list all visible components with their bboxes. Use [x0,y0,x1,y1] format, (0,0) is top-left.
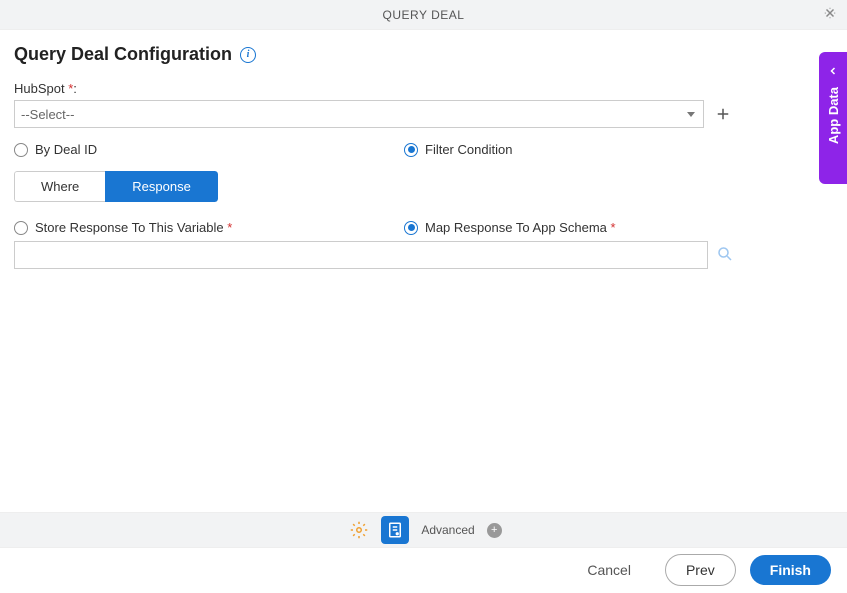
app-data-panel-toggle[interactable]: App Data [819,52,847,184]
gear-icon[interactable] [345,516,373,544]
hubspot-select-value: --Select-- [21,107,74,122]
add-connection-button[interactable] [712,103,734,125]
dialog-header: QUERY DEAL [0,0,847,30]
radio-icon [404,143,418,157]
advanced-add-button[interactable]: + [487,523,502,538]
advanced-label: Advanced [421,523,474,537]
radio-filter-condition[interactable]: Filter Condition [404,142,512,157]
cancel-button[interactable]: Cancel [567,555,651,585]
radio-by-deal-id[interactable]: By Deal ID [14,142,364,157]
radio-label: Store Response To This Variable * [35,220,232,235]
chevron-down-icon [687,112,695,117]
radio-icon [14,143,28,157]
radio-store-variable[interactable]: Store Response To This Variable * [14,220,364,235]
bottom-toolbar: Advanced + [0,512,847,548]
tab-response[interactable]: Response [105,171,218,202]
response-map-input[interactable] [14,241,708,269]
app-data-label: App Data [826,87,841,144]
hubspot-select[interactable]: --Select-- [14,100,704,128]
form-icon[interactable] [381,516,409,544]
radio-icon [14,221,28,235]
chevron-left-icon [827,62,839,77]
hubspot-label: HubSpot *: [14,81,77,96]
radio-map-schema[interactable]: Map Response To App Schema * [404,220,616,235]
content-area: Query Deal Configuration i HubSpot *: --… [0,30,847,512]
radio-label: By Deal ID [35,142,97,157]
radio-icon [404,221,418,235]
dialog-title: QUERY DEAL [383,8,465,22]
search-icon[interactable] [716,245,734,266]
footer: Cancel Prev Finish [0,548,847,592]
tab-where[interactable]: Where [14,171,105,202]
page-title: Query Deal Configuration [14,44,232,65]
tab-group: Where Response [14,171,218,202]
radio-label: Filter Condition [425,142,512,157]
finish-button[interactable]: Finish [750,555,831,585]
info-icon[interactable]: i [240,47,256,63]
radio-label: Map Response To App Schema * [425,220,616,235]
close-icon[interactable] [823,6,837,23]
prev-button[interactable]: Prev [665,554,736,586]
